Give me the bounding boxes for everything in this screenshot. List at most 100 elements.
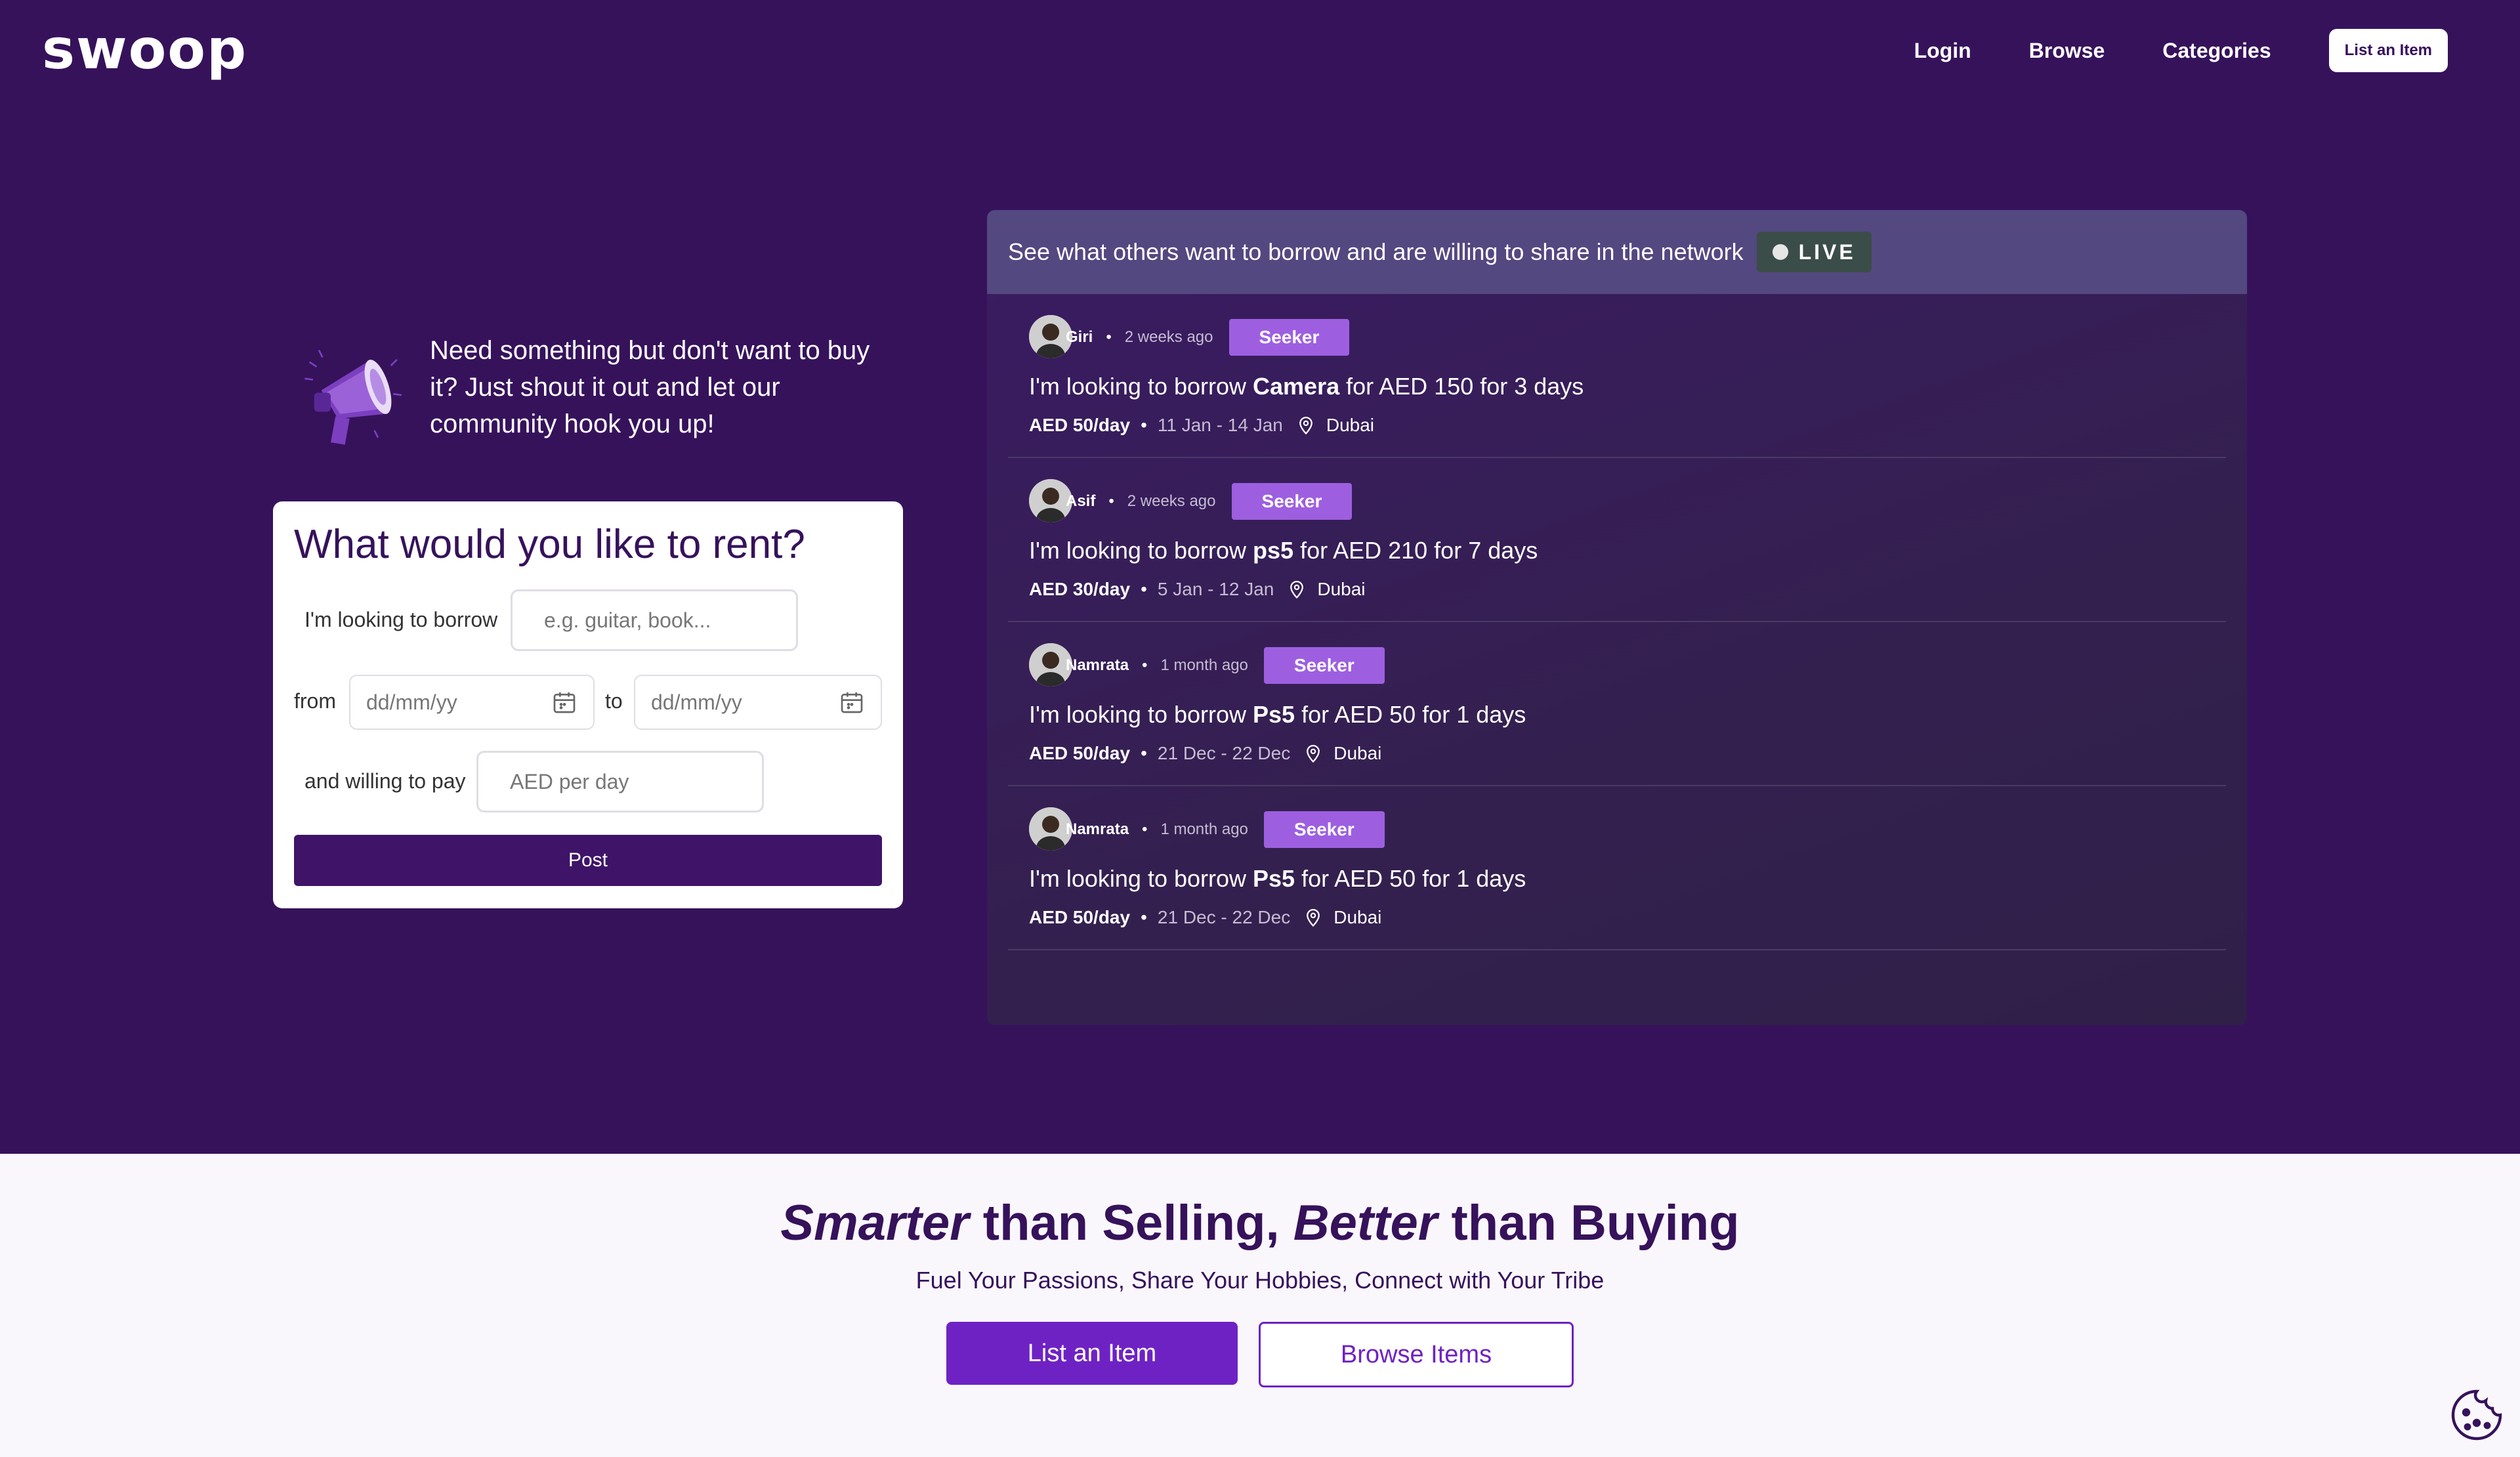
request-item: ps5 bbox=[1253, 537, 1294, 564]
megaphone-icon bbox=[304, 349, 402, 445]
cta-section: Smarter than Selling, Better than Buying… bbox=[0, 1154, 2520, 1457]
date-range: 21 Dec - 22 Dec bbox=[1157, 743, 1291, 763]
nav-login[interactable]: Login bbox=[1914, 39, 1971, 63]
cta-tagline: Fuel Your Passions, Share Your Hobbies, … bbox=[915, 1267, 1605, 1294]
daily-price: AED 50/day bbox=[1029, 907, 1131, 927]
headline-part: than Buying bbox=[1437, 1195, 1740, 1251]
request-details: AED 30/day • 5 Jan - 12 Jan Dubai bbox=[1029, 576, 1366, 602]
request-text: I'm looking to borrow ps5 for AED 210 fo… bbox=[1029, 537, 1538, 564]
separator-dot: • bbox=[1141, 743, 1147, 763]
feed-item-meta: Asif • 2 weeks ago Seeker bbox=[1066, 483, 1353, 520]
live-label: LIVE bbox=[1798, 240, 1856, 264]
borrow-placeholder: e.g. guitar, book... bbox=[544, 608, 711, 632]
live-badge: LIVE bbox=[1756, 232, 1872, 272]
headline-smarter: Smarter bbox=[780, 1195, 969, 1251]
posted-time: 2 weeks ago bbox=[1124, 328, 1213, 346]
request-suffix: for AED 50 for 1 days bbox=[1295, 701, 1526, 728]
from-date-placeholder: dd/mm/yy bbox=[366, 690, 457, 714]
daily-price: AED 50/day bbox=[1029, 415, 1131, 435]
feed-item-meta: Namrata • 1 month ago Seeker bbox=[1066, 647, 1385, 684]
date-range: 21 Dec - 22 Dec bbox=[1157, 907, 1291, 927]
top-nav: Login Browse Categories List an Item bbox=[1914, 29, 2448, 72]
separator-dot: • bbox=[1141, 907, 1147, 927]
cta-headline: Smarter than Selling, Better than Buying bbox=[0, 1194, 2520, 1252]
request-suffix: for AED 50 for 1 days bbox=[1295, 865, 1526, 892]
user-name[interactable]: Giri bbox=[1066, 328, 1093, 347]
from-date-input[interactable]: dd/mm/yy bbox=[349, 675, 595, 730]
seeker-badge: Seeker bbox=[1228, 319, 1350, 356]
feed-header: See what others want to borrow and are w… bbox=[987, 210, 2247, 294]
request-suffix: for AED 150 for 3 days bbox=[1339, 373, 1584, 400]
separator-dot: • bbox=[1142, 656, 1148, 674]
request-details: AED 50/day • 21 Dec - 22 Dec Dubai bbox=[1029, 904, 1381, 931]
nav-categories[interactable]: Categories bbox=[2162, 39, 2271, 63]
request-prefix: I'm looking to borrow bbox=[1029, 537, 1253, 564]
rent-form-title: What would you like to rent? bbox=[294, 522, 805, 567]
request-text: I'm looking to borrow Ps5 for AED 50 for… bbox=[1029, 865, 1526, 893]
post-button[interactable]: Post bbox=[294, 835, 882, 886]
separator-dot: • bbox=[1108, 492, 1114, 510]
request-details: AED 50/day • 21 Dec - 22 Dec Dubai bbox=[1029, 740, 1381, 767]
request-prefix: I'm looking to borrow bbox=[1029, 373, 1253, 400]
daily-price: AED 50/day bbox=[1029, 743, 1131, 763]
feed-item[interactable]: Namrata • 1 month ago Seeker I'm looking to … bbox=[1008, 622, 2226, 786]
intro-text: Need something but don't want to buy it?… bbox=[430, 336, 870, 438]
user-name[interactable]: Asif bbox=[1066, 492, 1095, 511]
location: Dubai bbox=[1317, 579, 1366, 599]
feed-item-meta: Namrata • 1 month ago Seeker bbox=[1066, 811, 1385, 848]
posted-time: 1 month ago bbox=[1160, 656, 1248, 674]
request-item: Ps5 bbox=[1253, 701, 1295, 728]
nav-browse[interactable]: Browse bbox=[2029, 39, 2105, 63]
feed-item[interactable]: Giri • 2 weeks ago Seeker I'm looking to bor… bbox=[1008, 294, 2226, 458]
location-pin-icon bbox=[1307, 909, 1320, 927]
list-item-button[interactable]: List an Item bbox=[2328, 29, 2448, 72]
pay-label: and willing to pay bbox=[304, 769, 466, 793]
cta-list-item-button[interactable]: List an Item bbox=[946, 1322, 1238, 1385]
headline-better: Better bbox=[1293, 1195, 1438, 1251]
feed-item[interactable]: Namrata • 1 month ago Seeker I'm looking to … bbox=[1008, 786, 2226, 950]
request-prefix: I'm looking to borrow bbox=[1029, 701, 1253, 728]
separator-dot: • bbox=[1106, 328, 1112, 346]
request-prefix: I'm looking to borrow bbox=[1029, 865, 1253, 892]
to-label: to bbox=[605, 689, 623, 713]
posted-time: 2 weeks ago bbox=[1127, 492, 1216, 510]
daily-price: AED 30/day bbox=[1029, 579, 1131, 599]
from-label: from bbox=[294, 689, 336, 713]
seeker-badge: Seeker bbox=[1263, 647, 1385, 684]
user-name[interactable]: Namrata bbox=[1066, 656, 1129, 675]
cta-browse-items-button[interactable]: Browse Items bbox=[1259, 1322, 1574, 1387]
borrow-label: I'm looking to borrow bbox=[304, 608, 498, 631]
location-pin-icon bbox=[1307, 745, 1320, 763]
location: Dubai bbox=[1326, 415, 1375, 435]
seeker-badge: Seeker bbox=[1231, 483, 1353, 520]
to-date-input[interactable]: dd/mm/yy bbox=[634, 675, 882, 730]
borrow-input[interactable]: e.g. guitar, book... bbox=[511, 589, 798, 651]
feed-item[interactable]: Asif • 2 weeks ago Seeker I'm looking to bor… bbox=[1008, 458, 2226, 622]
live-dot-icon bbox=[1772, 244, 1788, 260]
request-text: I'm looking to borrow Ps5 for AED 50 for… bbox=[1029, 701, 1526, 728]
location: Dubai bbox=[1334, 743, 1382, 763]
feed-title: See what others want to borrow and are w… bbox=[1008, 238, 1744, 265]
request-text: I'm looking to borrow Camera for AED 150… bbox=[1029, 373, 1584, 400]
date-range: 5 Jan - 12 Jan bbox=[1157, 579, 1274, 599]
user-name[interactable]: Namrata bbox=[1066, 820, 1129, 839]
logo[interactable]: swoop bbox=[42, 17, 247, 81]
feed-item-meta: Giri • 2 weeks ago Seeker bbox=[1066, 319, 1350, 356]
rent-form-card: What would you like to rent? I'm looking… bbox=[273, 501, 903, 908]
cookie-icon[interactable] bbox=[2448, 1386, 2506, 1444]
calendar-icon[interactable] bbox=[839, 689, 865, 715]
seeker-badge: Seeker bbox=[1263, 811, 1385, 848]
headline-part: than Selling, bbox=[969, 1195, 1293, 1251]
calendar-icon[interactable] bbox=[551, 689, 578, 715]
request-item: Camera bbox=[1253, 373, 1340, 400]
request-details: AED 50/day • 11 Jan - 14 Jan Dubai bbox=[1029, 412, 1374, 438]
location: Dubai bbox=[1334, 907, 1382, 927]
pay-placeholder: AED per day bbox=[510, 769, 629, 793]
live-feed-panel: See what others want to borrow and are w… bbox=[987, 210, 2247, 1025]
pay-input[interactable]: AED per day bbox=[476, 751, 764, 813]
to-date-placeholder: dd/mm/yy bbox=[651, 690, 742, 714]
separator-dot: • bbox=[1142, 820, 1148, 838]
hero-section: swoop Login Browse Categories List an It… bbox=[0, 0, 2520, 1154]
location-pin-icon bbox=[1290, 581, 1304, 599]
separator-dot: • bbox=[1141, 579, 1147, 599]
